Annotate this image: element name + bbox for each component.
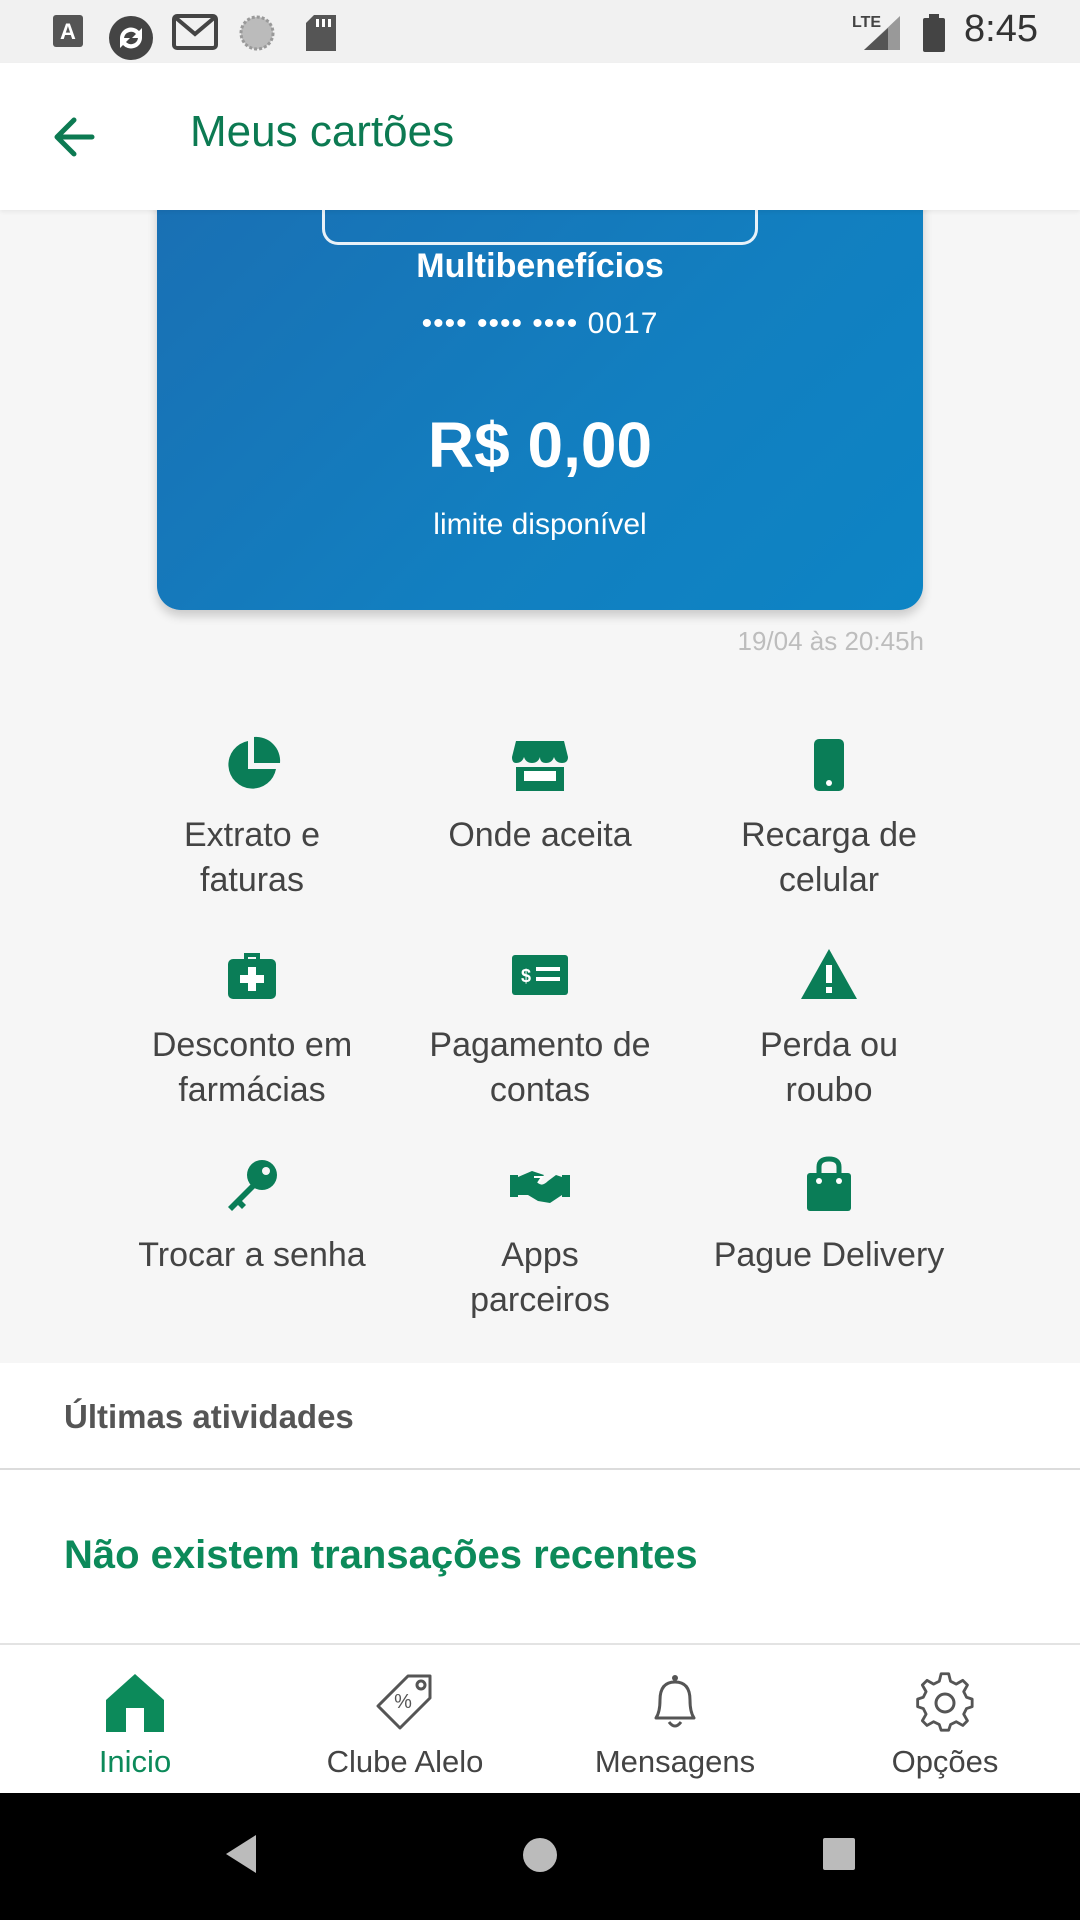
action-label: Extrato e faturas	[183, 816, 321, 899]
action-pague-delivery[interactable]: Pague Delivery	[685, 1155, 973, 1278]
sd-card-icon	[306, 15, 336, 51]
action-label: Trocar a senha	[138, 1236, 366, 1274]
pie-chart-icon	[228, 736, 281, 789]
discount-tag-icon: %	[376, 1674, 432, 1730]
bottom-navigation: Inicio % Clube Alelo Mensagens Opções	[0, 1643, 1080, 1793]
nav-clube-alelo[interactable]: % Clube Alelo	[270, 1645, 540, 1795]
action-label: Pagamento de contas	[429, 1026, 651, 1109]
shopping-bag-icon	[807, 1156, 851, 1211]
action-recarga[interactable]: Recarga de celular	[685, 735, 973, 903]
phone-icon	[814, 739, 844, 791]
svg-text:%: %	[394, 1691, 412, 1713]
action-apps-parceiros[interactable]: Apps parceiros	[396, 1155, 684, 1323]
action-label: Perda ou roubo	[760, 1026, 898, 1109]
card-limit-label: limite disponível	[433, 508, 647, 541]
nav-label: Mensagens	[594, 1744, 756, 1779]
circle-icon	[239, 15, 275, 51]
key-icon	[228, 1160, 277, 1211]
system-navigation-bar	[0, 1793, 1080, 1920]
action-label: Apps parceiros	[470, 1236, 610, 1319]
nav-opcoes[interactable]: Opções	[810, 1645, 1080, 1795]
status-time: 8:45	[964, 8, 1038, 50]
section-title: Últimas atividades	[64, 1398, 354, 1435]
gmail-icon	[172, 14, 218, 50]
nav-label: Opções	[891, 1744, 999, 1779]
card-number: •••• •••• •••• 0017	[421, 307, 659, 340]
app-bar: Meus cartões	[0, 63, 1080, 210]
action-onde-aceita[interactable]: Onde aceita	[396, 735, 684, 858]
signal-icon	[864, 16, 900, 50]
bill-icon: $	[512, 955, 568, 995]
empty-state-message: Não existem transações recentes	[64, 1533, 698, 1577]
recents-square-icon[interactable]	[821, 1836, 857, 1872]
action-trocar-senha[interactable]: Trocar a senha	[108, 1155, 396, 1278]
nav-inicio[interactable]: Inicio	[0, 1645, 270, 1795]
sync-icon	[109, 16, 153, 60]
card-balance: R$ 0,00	[427, 409, 653, 481]
page-title: Meus cartões	[190, 107, 455, 156]
benefit-card[interactable]	[157, 160, 923, 610]
action-pagamento-contas[interactable]: $ Pagamento de contas	[396, 945, 684, 1113]
action-extrato[interactable]: Extrato e faturas	[108, 735, 396, 903]
action-desconto-farmacias[interactable]: Desconto em farmácias	[108, 945, 396, 1113]
battery-icon	[923, 14, 945, 52]
home-circle-icon[interactable]	[520, 1835, 560, 1875]
svg-text:A: A	[60, 19, 76, 44]
arrow-left-icon[interactable]	[44, 107, 104, 167]
nav-label: Inicio	[98, 1744, 172, 1779]
action-label: Desconto em farmácias	[151, 1026, 353, 1109]
bell-icon	[654, 1675, 696, 1728]
nav-mensagens[interactable]: Mensagens	[540, 1645, 810, 1795]
a-icon: A	[53, 15, 83, 47]
back-triangle-icon[interactable]	[222, 1833, 260, 1875]
medical-kit-icon	[228, 953, 276, 999]
warning-icon	[801, 949, 857, 999]
home-icon	[106, 1674, 164, 1732]
card-updated-timestamp: 19/04 às 20:45h	[737, 626, 925, 656]
action-label: Onde aceita	[448, 816, 632, 854]
action-label: Recarga de celular	[741, 816, 917, 899]
status-bar: A LTE 8:45	[0, 0, 1080, 63]
recent-activities-section: Últimas atividades Não existem transaçõe…	[0, 1363, 1080, 1643]
store-icon	[512, 741, 568, 791]
card-label: Multibenefícios	[416, 247, 664, 285]
svg-text:$: $	[521, 966, 531, 986]
divider	[0, 1468, 1080, 1470]
gear-icon	[916, 1672, 974, 1732]
action-label: Pague Delivery	[713, 1236, 945, 1274]
action-perda-roubo[interactable]: Perda ou roubo	[685, 945, 973, 1113]
nav-label: Clube Alelo	[326, 1744, 484, 1779]
handshake-icon	[510, 1171, 570, 1203]
